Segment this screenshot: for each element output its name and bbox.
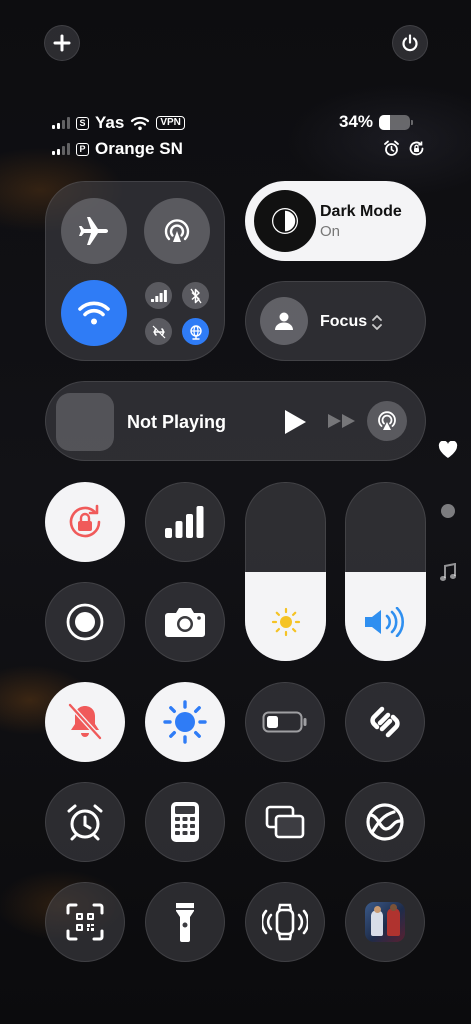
flashlight-icon — [176, 903, 194, 942]
wifi-toggle[interactable] — [61, 280, 127, 346]
calculator-button[interactable] — [145, 782, 225, 862]
screen-record-button[interactable] — [45, 582, 125, 662]
airdrop-toggle[interactable] — [144, 198, 210, 264]
personal-hotspot-toggle[interactable] — [145, 318, 172, 345]
sim-badge-1: S — [76, 116, 89, 130]
airplane-icon — [79, 217, 108, 245]
power-button[interactable] — [392, 25, 428, 61]
chevron-updown-icon — [372, 315, 382, 330]
bluetooth-toggle[interactable] — [182, 282, 209, 309]
album-art-placeholder — [56, 393, 114, 451]
focus-label: Focus — [320, 313, 368, 330]
speaker-icon — [365, 607, 404, 637]
low-power-battery-icon — [262, 711, 307, 733]
music-note-icon[interactable] — [439, 563, 457, 583]
bell-slash-icon — [68, 703, 102, 740]
battery-icon — [379, 114, 411, 130]
watch-ping-icon — [262, 903, 308, 941]
add-icon — [53, 34, 71, 52]
low-power-mode-toggle[interactable] — [245, 682, 325, 762]
qr-code-icon — [66, 903, 104, 941]
sun-icon — [271, 607, 301, 637]
shazam-button[interactable] — [345, 682, 425, 762]
dark-mode-control[interactable]: Dark Mode On — [245, 181, 426, 261]
rotation-lock-icon — [69, 504, 101, 538]
play-icon[interactable] — [282, 408, 308, 436]
add-button[interactable] — [44, 25, 80, 61]
silent-mode-toggle[interactable] — [45, 682, 125, 762]
dark-mode-status: On — [320, 223, 341, 240]
alarm-icon — [67, 804, 103, 841]
sync-icon — [366, 803, 404, 841]
rotation-lock-toggle[interactable] — [45, 482, 125, 562]
airplay-icon — [378, 411, 396, 430]
shazam-icon — [370, 706, 400, 738]
wifi-status-icon — [131, 116, 150, 130]
status-row-primary: S Yas VPN — [52, 113, 185, 133]
code-scanner-button[interactable] — [45, 882, 125, 962]
alarm-status-icon — [384, 140, 399, 156]
carrier-name-1: Yas — [95, 113, 125, 132]
volume-slider[interactable] — [345, 482, 426, 661]
status-icons-right — [383, 140, 425, 157]
forward-icon[interactable] — [327, 412, 357, 430]
cellular-signal-tile[interactable] — [145, 482, 225, 562]
sync-button[interactable] — [345, 782, 425, 862]
page-dot-icon[interactable] — [441, 504, 455, 518]
airplay-button[interactable] — [367, 401, 407, 441]
sim-badge-2: P — [76, 142, 89, 156]
screen-record-icon — [66, 603, 104, 641]
dark-mode-title: Dark Mode — [320, 203, 402, 220]
alarm-button[interactable] — [45, 782, 125, 862]
bluetooth-off-icon — [189, 288, 202, 303]
battery-status: 34% — [339, 112, 414, 132]
airdrop-icon — [164, 219, 190, 242]
power-icon — [402, 34, 418, 52]
vpn-badge: VPN — [156, 116, 185, 130]
cellular-icon — [150, 289, 167, 302]
screen-mirroring-icon — [265, 805, 305, 839]
calculator-icon — [171, 802, 199, 842]
screen-mirroring-button[interactable] — [245, 782, 325, 862]
heart-icon[interactable] — [438, 441, 458, 459]
dark-mode-icon — [272, 208, 298, 234]
cellular-signal-2 — [52, 143, 70, 155]
signal-bars-icon — [165, 506, 204, 538]
vpn-toggle[interactable] — [182, 318, 209, 345]
cellular-signal-1 — [52, 117, 70, 129]
focus-person-icon — [275, 312, 293, 330]
status-row-secondary: P Orange SN — [52, 139, 183, 159]
ping-watch-button[interactable] — [245, 882, 325, 962]
connectivity-module — [45, 181, 225, 361]
camera-icon — [165, 608, 205, 637]
battery-percent: 34% — [339, 112, 374, 131]
camera-button[interactable] — [145, 582, 225, 662]
focus-control[interactable]: Focus — [245, 281, 426, 361]
flashlight-button[interactable] — [145, 882, 225, 962]
airplane-mode-toggle[interactable] — [61, 198, 127, 264]
focus-icon-wrap — [260, 297, 308, 345]
vpn-globe-icon — [189, 324, 202, 340]
now-playing-module: Not Playing — [45, 381, 426, 461]
brightness-tile[interactable] — [145, 682, 225, 762]
carrier-name-2: Orange SN — [95, 139, 183, 158]
brightness-icon — [163, 700, 207, 744]
app-thumbnail-icon — [365, 902, 405, 942]
hotspot-icon — [152, 325, 165, 338]
wifi-icon — [78, 301, 110, 325]
orientation-lock-status-icon — [409, 141, 424, 156]
now-playing-title: Not Playing — [127, 412, 227, 432]
cellular-data-toggle[interactable] — [145, 282, 172, 309]
brightness-slider[interactable] — [245, 482, 326, 661]
dark-mode-icon-wrap — [254, 190, 316, 252]
app-shortcut-button[interactable] — [345, 882, 425, 962]
